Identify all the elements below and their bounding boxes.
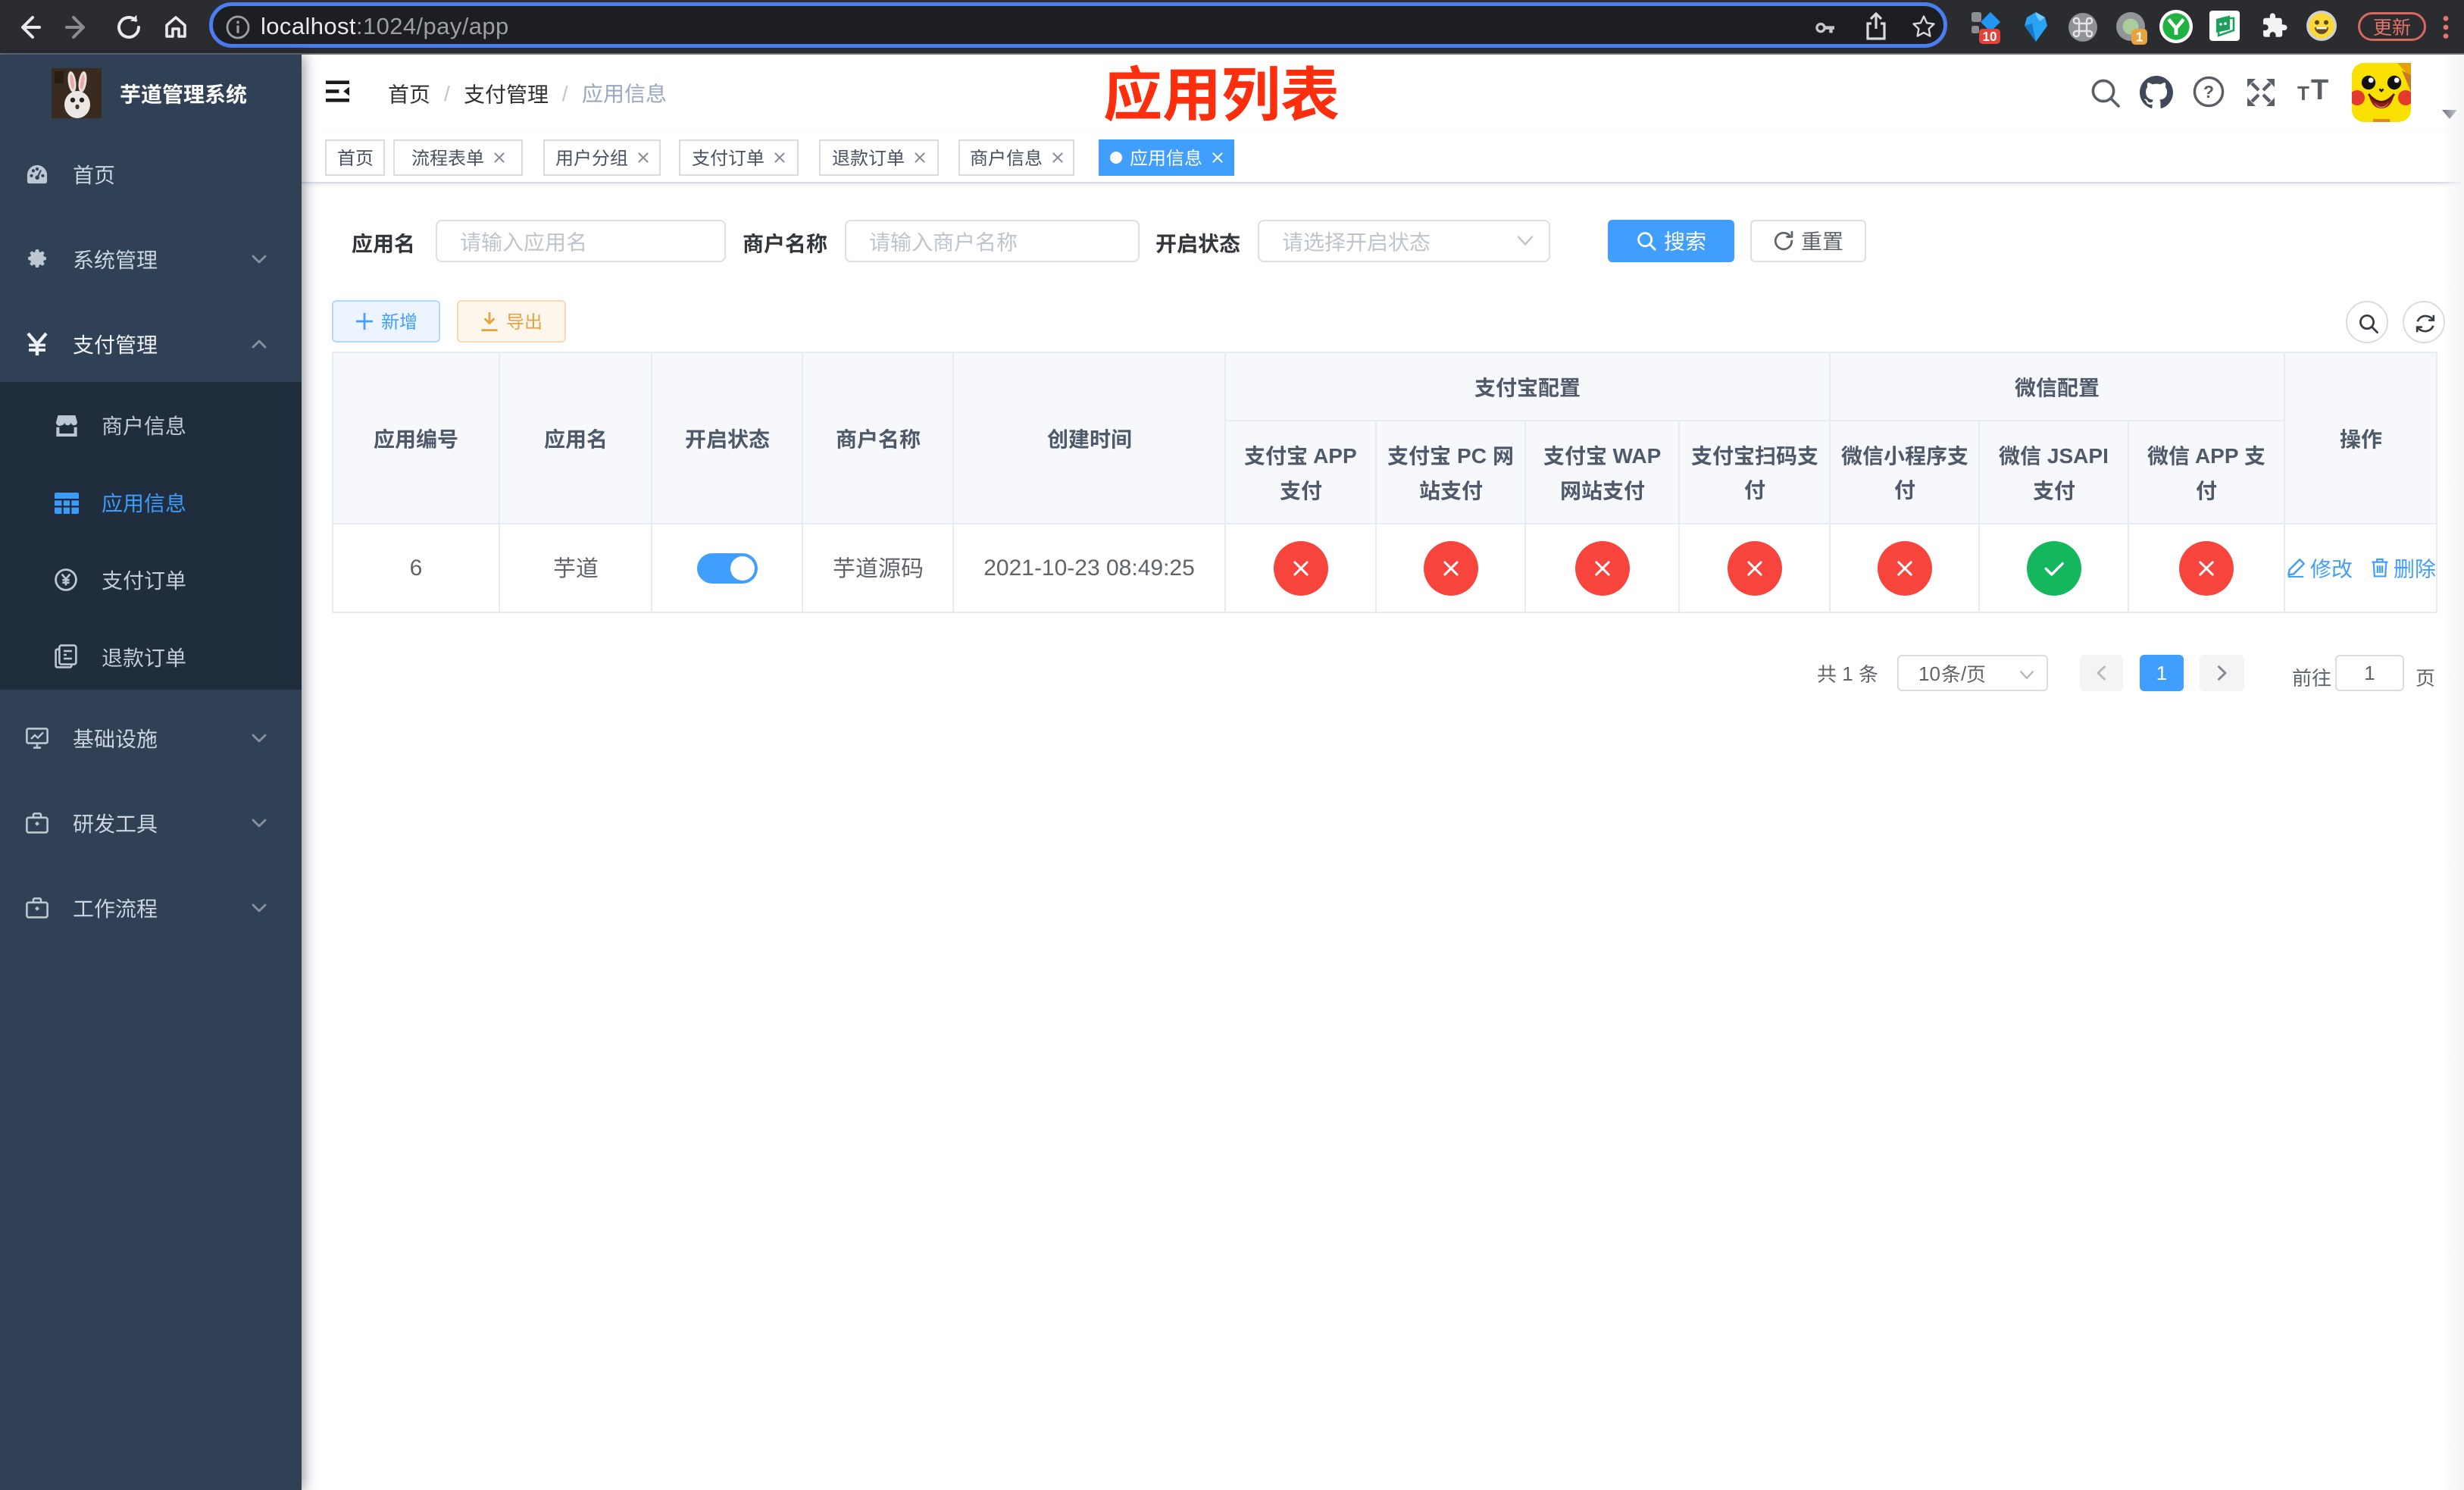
svg-text:1: 1 <box>2136 30 2143 45</box>
svg-text:10: 10 <box>1982 29 1997 44</box>
svg-text:?: ? <box>2203 82 2214 102</box>
